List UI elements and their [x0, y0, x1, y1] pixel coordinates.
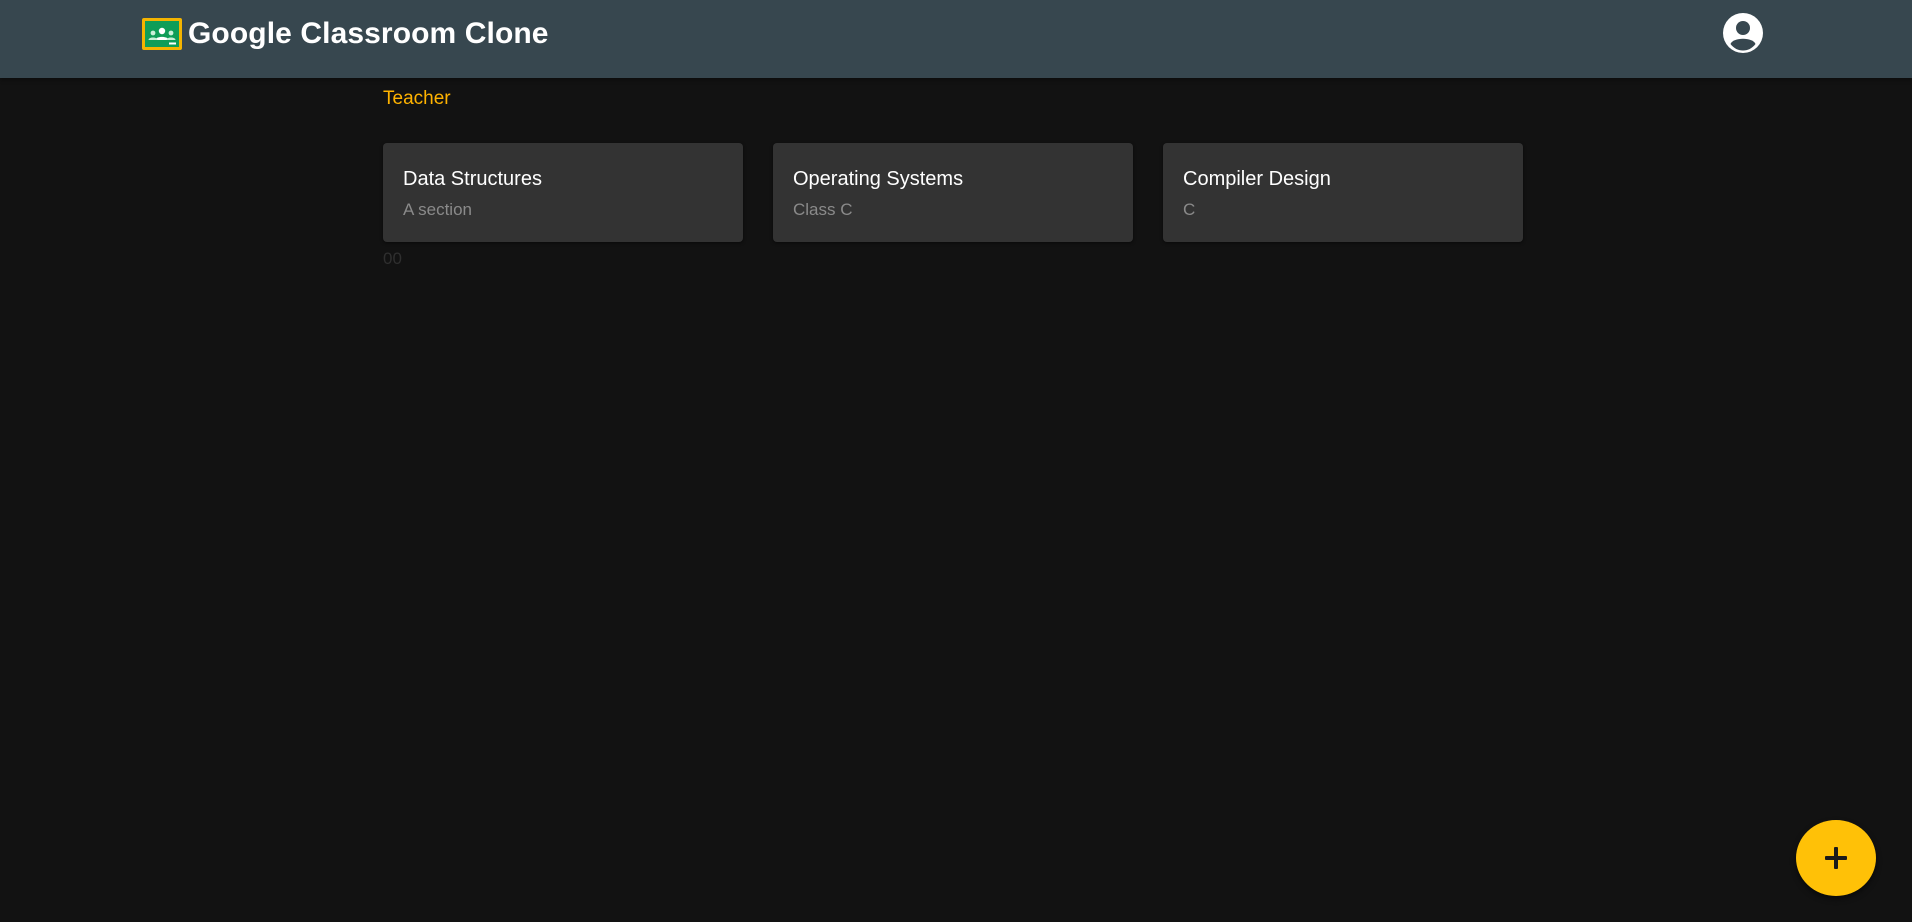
add-class-button[interactable]	[1796, 820, 1876, 896]
account-circle-icon	[1723, 13, 1763, 53]
class-card-section: Class C	[793, 200, 853, 219]
role-heading: Teacher	[383, 88, 451, 109]
class-card-section: C	[1183, 200, 1196, 219]
class-card-section: A section	[403, 200, 472, 219]
plus-icon	[1825, 847, 1847, 869]
class-card-data-structures[interactable]: Data Structures A section	[383, 143, 743, 242]
google-classroom-icon	[142, 18, 182, 50]
app-bar: Google Classroom Clone	[0, 0, 1912, 78]
app-title: Google Classroom Clone	[188, 17, 549, 50]
account-button[interactable]	[1723, 13, 1763, 53]
brand-link[interactable]: Google Classroom Clone	[142, 17, 549, 51]
faint-text: 00	[383, 249, 402, 268]
class-card-title: Operating Systems	[793, 168, 964, 190]
class-card-operating-systems[interactable]: Operating Systems Class C	[773, 143, 1133, 242]
class-card-title: Compiler Design	[1183, 168, 1331, 190]
class-card-title: Data Structures	[403, 168, 542, 190]
class-card-compiler-design[interactable]: Compiler Design C	[1163, 143, 1523, 242]
